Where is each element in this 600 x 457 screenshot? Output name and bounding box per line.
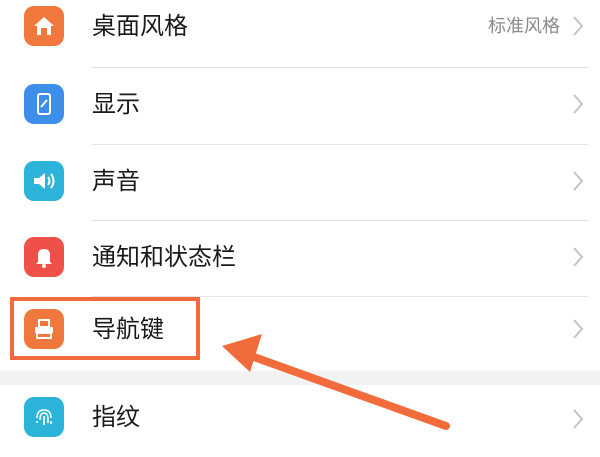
chevron-right-icon — [573, 319, 584, 339]
settings-item-desktop-style[interactable]: 桌面风格 标准风格 — [0, 0, 600, 74]
settings-item-sound[interactable]: 声音 — [0, 145, 600, 221]
settings-item-label: 指纹 — [92, 403, 140, 431]
section-gap — [0, 371, 600, 385]
home-icon — [24, 6, 64, 46]
chevron-right-icon — [573, 171, 584, 191]
speaker-icon — [24, 161, 64, 201]
settings-item-display[interactable]: 显示 — [0, 68, 600, 144]
settings-item-notifications[interactable]: 通知和状态栏 — [0, 221, 600, 297]
chevron-right-icon — [573, 16, 584, 36]
bell-icon — [24, 237, 64, 277]
highlight-box — [10, 297, 200, 360]
chevron-right-icon — [573, 94, 584, 114]
settings-item-label: 声音 — [92, 167, 140, 195]
settings-item-label: 桌面风格 — [92, 12, 188, 40]
settings-item-value: 标准风格 — [488, 16, 560, 37]
fingerprint-icon — [24, 397, 64, 437]
chevron-right-icon — [573, 409, 584, 429]
settings-item-fingerprint[interactable]: 指纹 — [0, 385, 600, 457]
settings-screen: 桌面风格 标准风格 显示 声音 通知和状态栏 导航键 指纹 — [0, 0, 600, 457]
settings-item-label: 显示 — [92, 90, 140, 118]
settings-item-label: 通知和状态栏 — [92, 243, 236, 271]
chevron-right-icon — [573, 247, 584, 267]
display-icon — [24, 84, 64, 124]
